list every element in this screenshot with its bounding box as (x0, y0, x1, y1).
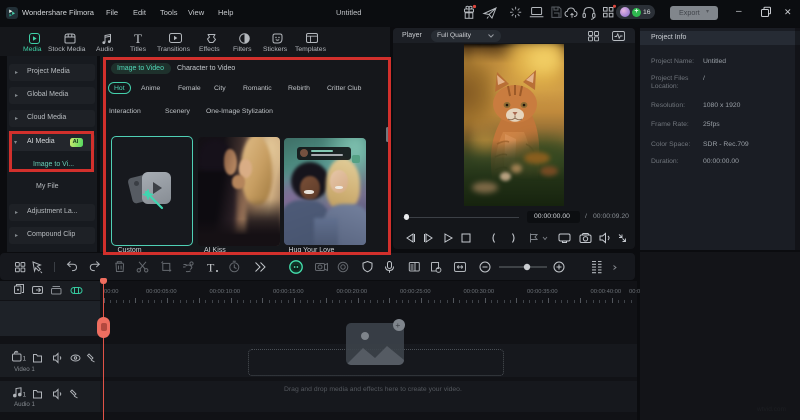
svg-text:1: 1 (23, 392, 27, 399)
svg-text:T: T (207, 260, 215, 274)
svg-text:1: 1 (23, 356, 27, 363)
